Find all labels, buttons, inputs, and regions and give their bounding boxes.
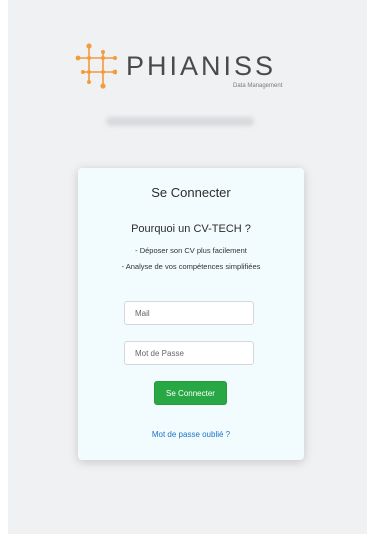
login-subtitle: Pourquoi un CV-TECH ? xyxy=(131,223,251,235)
brand-tagline: Data Management xyxy=(233,83,283,89)
brand-logo: PHIANISS Data Management xyxy=(75,42,295,92)
blurred-text-placeholder xyxy=(106,117,254,126)
molecule-logo-icon xyxy=(75,43,117,89)
forgot-password-link[interactable]: Mot de passe oublié ? xyxy=(78,430,304,439)
benefit-item: - Analyse de vos compétences simplifiées xyxy=(121,262,261,271)
password-input[interactable] xyxy=(124,341,254,365)
login-button[interactable]: Se Connecter xyxy=(154,381,227,405)
login-card: Se Connecter Pourquoi un CV-TECH ? - Dép… xyxy=(78,168,304,460)
mail-input[interactable] xyxy=(124,301,254,325)
brand-wordmark: PHIANISS xyxy=(126,51,277,81)
login-title: Se Connecter xyxy=(151,185,231,200)
benefit-item: - Déposer son CV plus facilement xyxy=(135,246,247,255)
